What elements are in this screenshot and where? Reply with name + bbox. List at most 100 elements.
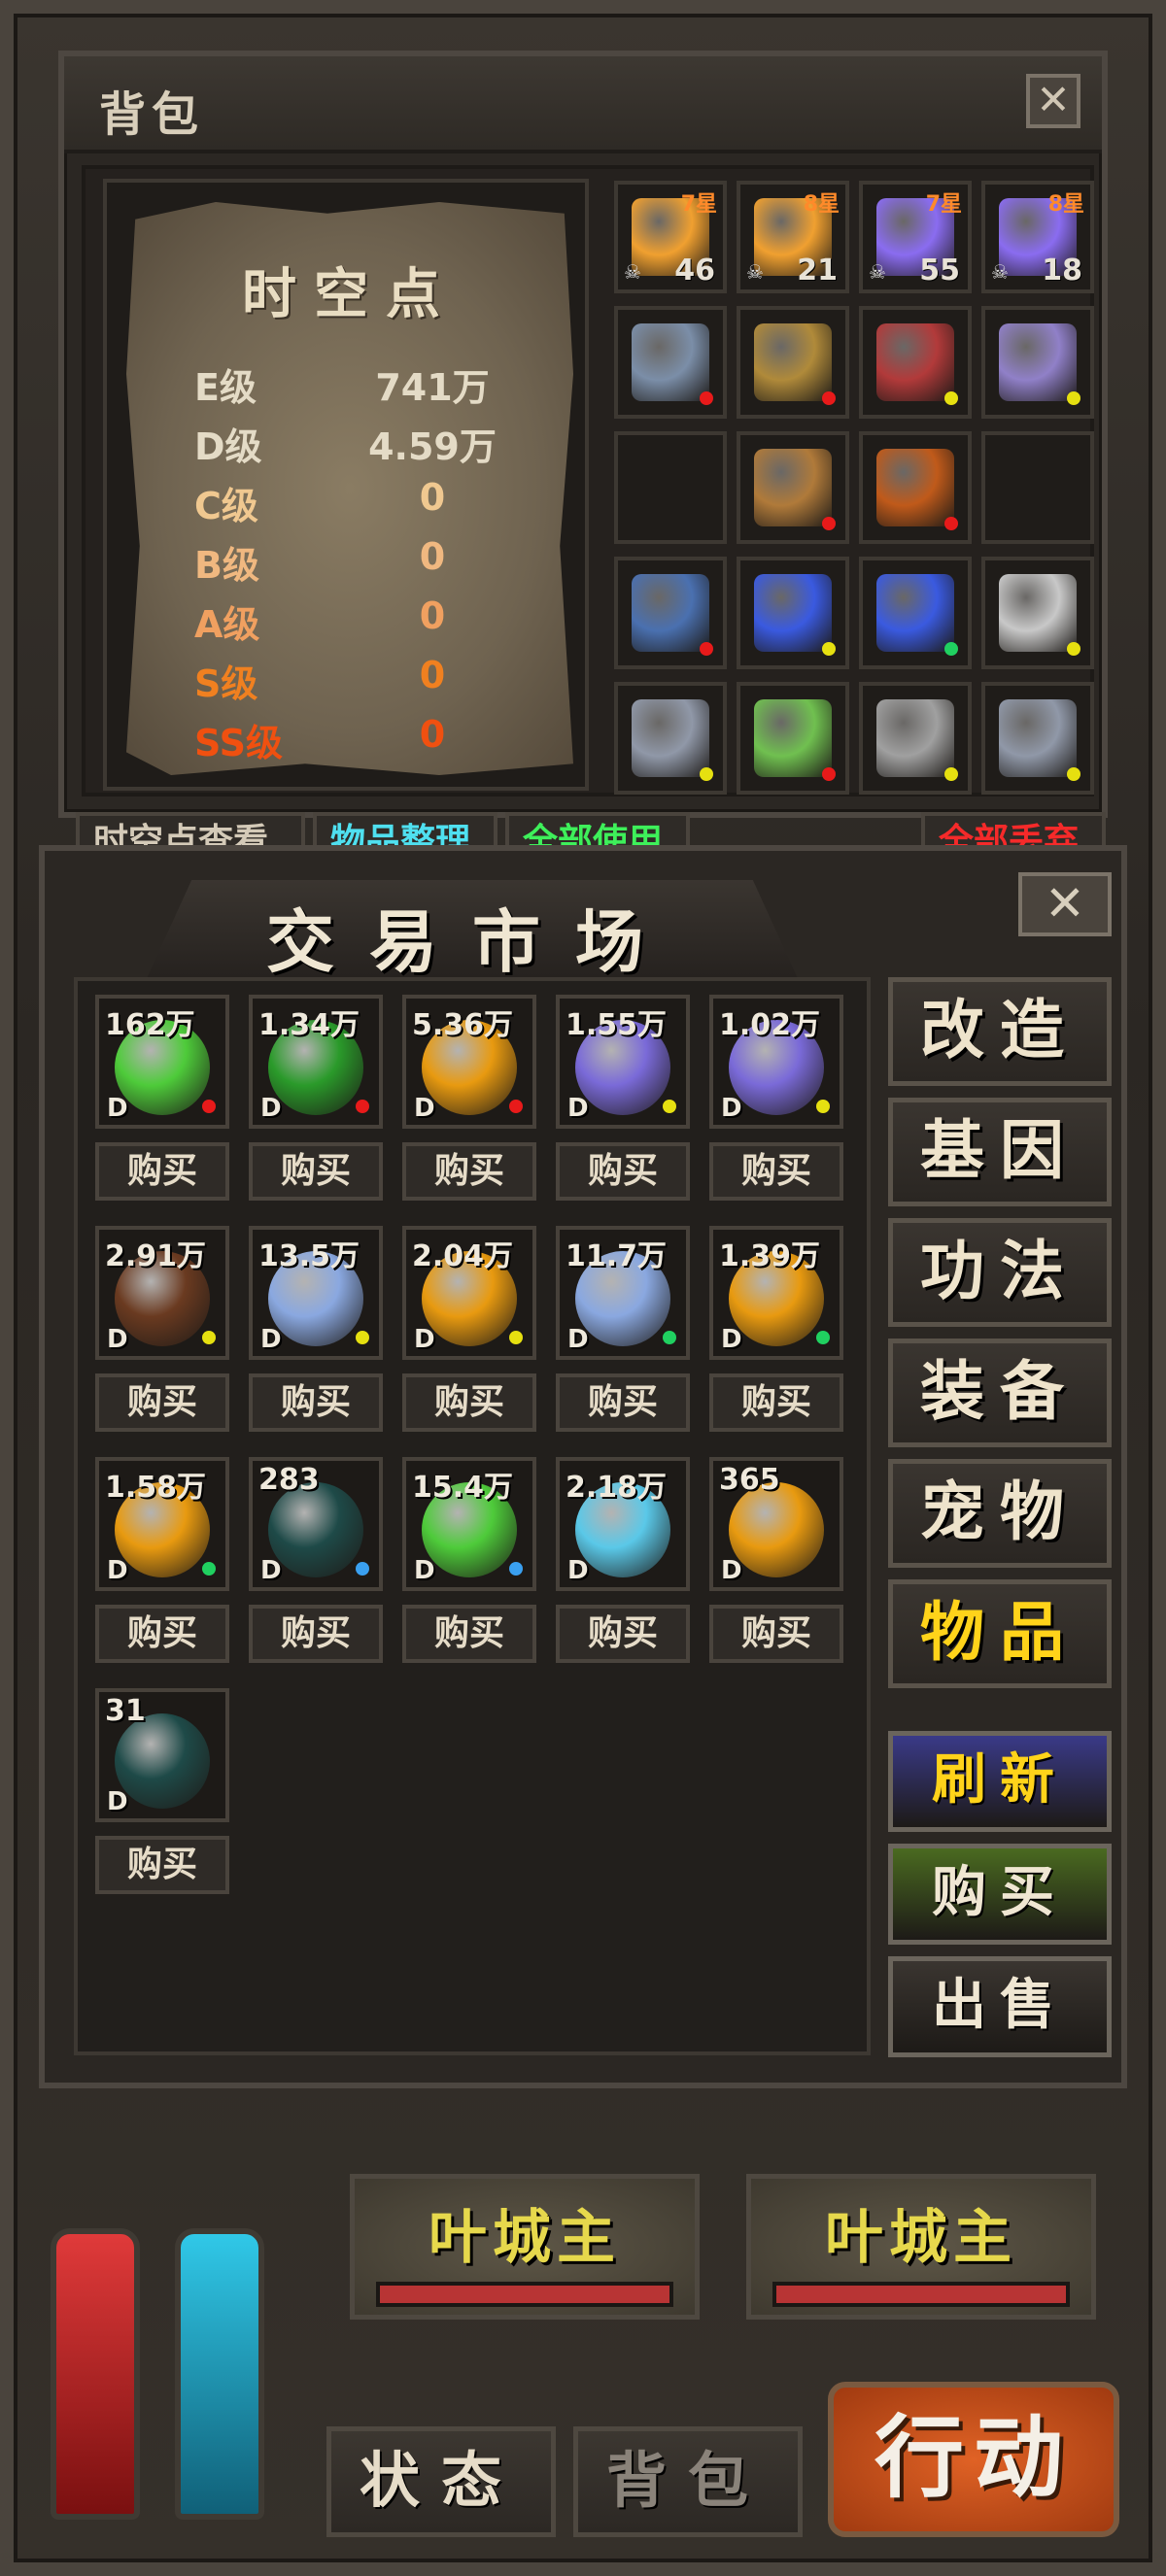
buy-button[interactable]: 购买 [709,1373,843,1432]
inventory-slot[interactable] [859,431,972,544]
item-count: 18 [1042,254,1082,288]
grade-value: 0 [419,654,446,696]
inventory-slot[interactable]: 7星 ☠ 46 [614,181,727,293]
helmet-icon [754,323,832,401]
grade-row: A级 0 [165,594,544,653]
market-item[interactable]: 5.36万 D [402,995,536,1129]
buy-button[interactable]: 购买 [556,1142,690,1201]
market-item[interactable]: 15.4万 D [402,1457,536,1591]
market-op-button[interactable]: 出售 [888,1956,1112,2057]
sword-icon [999,699,1077,777]
buy-button[interactable]: 购买 [249,1142,383,1201]
inventory-slot[interactable] [981,306,1094,419]
market-item[interactable]: 13.5万 D [249,1226,383,1360]
action-button[interactable]: 行动 [828,2382,1119,2537]
buy-button[interactable]: 购买 [95,1142,229,1201]
category-button[interactable]: 改造 [888,977,1112,1086]
inventory-slot[interactable] [737,557,849,669]
quality-dot [944,767,958,781]
category-button[interactable]: 物品 [888,1579,1112,1688]
item-grade: D [567,1325,589,1354]
market-item[interactable]: 365 D [709,1457,843,1591]
status-tab[interactable]: 状态 [326,2426,556,2537]
bag-tab[interactable]: 背包 [573,2426,803,2537]
market-op-button[interactable]: 刷新 [888,1731,1112,1832]
player-hp-bar-2 [772,2282,1070,2307]
market-item[interactable]: 2.04万 D [402,1226,536,1360]
quality-dot [1067,642,1080,656]
inventory-slot[interactable] [614,682,727,795]
grade-value: 4.59万 [368,425,497,468]
market-item[interactable]: 1.02万 D [709,995,843,1129]
inventory-slot[interactable] [859,306,972,419]
inventory-slot[interactable] [614,557,727,669]
inventory-slot[interactable] [859,557,972,669]
item-grade: D [567,1094,589,1123]
inventory-slot[interactable] [737,682,849,795]
grade-row: D级 4.59万 [165,417,544,475]
market-op-button[interactable]: 购买 [888,1844,1112,1945]
player-card-1[interactable]: 叶城主 [350,2174,700,2320]
item-count: 46 [674,254,715,288]
gauntlet-icon [632,323,709,401]
market-item[interactable]: 2.91万 D [95,1226,229,1360]
category-button[interactable]: 宠物 [888,1459,1112,1568]
backpack-close-button[interactable]: ✕ [1026,74,1080,128]
quality-dot [202,1331,216,1344]
market-item[interactable]: 1.39万 D [709,1226,843,1360]
grade-row: C级 0 [165,476,544,534]
market-item[interactable]: 11.7万 D [556,1226,690,1360]
grade-label: C级 [194,485,258,527]
category-button[interactable]: 基因 [888,1098,1112,1206]
category-button[interactable]: 装备 [888,1339,1112,1447]
category-button[interactable]: 功法 [888,1218,1112,1327]
inventory-slot[interactable] [614,431,727,544]
market-item[interactable]: 2.18万 D [556,1457,690,1591]
inventory-slot[interactable]: 8星 ☠ 18 [981,181,1094,293]
inventory-slot[interactable] [981,682,1094,795]
backpack-title: 背包 [99,87,205,142]
grade-label: E级 [194,366,257,409]
buy-button[interactable]: 购买 [402,1142,536,1201]
player-card-2[interactable]: 叶城主 [746,2174,1096,2320]
item-price: 1.58万 [105,1471,207,1505]
buy-button[interactable]: 购买 [95,1605,229,1663]
quality-dot [356,1331,369,1344]
buy-button[interactable]: 购买 [95,1836,229,1894]
buy-button[interactable]: 购买 [556,1605,690,1663]
market-close-button[interactable]: ✕ [1018,872,1112,936]
inventory-slot[interactable]: 7星 ☠ 55 [859,181,972,293]
blue-flame-icon [876,574,954,652]
market-item[interactable]: 162万 D [95,995,229,1129]
grade-value: 0 [419,772,446,815]
item-price: 11.7万 [566,1239,668,1273]
buy-button[interactable]: 购买 [249,1605,383,1663]
inventory-slot[interactable]: 8星 ☠ 21 [737,181,849,293]
inventory-slot[interactable] [737,306,849,419]
inventory-slot[interactable] [859,682,972,795]
inventory-slot[interactable] [981,431,1094,544]
buy-button[interactable]: 购买 [95,1373,229,1432]
points-panel: 时空点 E级 741万 D级 4.59万 C级 0 B级 0 A级 0 S级 0 SS级 0 SSS级 0 [103,179,589,791]
mana-vial [175,2228,264,2520]
market-item[interactable]: 1.58万 D [95,1457,229,1591]
item-price: 2.18万 [566,1471,668,1505]
buy-button[interactable]: 购买 [556,1373,690,1432]
market-item[interactable]: 1.34万 D [249,995,383,1129]
buy-button[interactable]: 购买 [402,1373,536,1432]
buy-button[interactable]: 购买 [402,1605,536,1663]
grade-value: 0 [419,713,446,756]
inventory-slot[interactable] [737,431,849,544]
inventory-slot[interactable] [981,557,1094,669]
buy-button[interactable]: 购买 [709,1142,843,1201]
buy-button[interactable]: 购买 [709,1605,843,1663]
badge-icon [999,574,1077,652]
market-item[interactable]: 1.55万 D [556,995,690,1129]
item-grade: D [260,1325,282,1354]
market-item[interactable]: 31 D [95,1688,229,1822]
health-vial [51,2228,140,2520]
item-count: 21 [797,254,838,288]
buy-button[interactable]: 购买 [249,1373,383,1432]
inventory-slot[interactable] [614,306,727,419]
market-item[interactable]: 283 D [249,1457,383,1591]
